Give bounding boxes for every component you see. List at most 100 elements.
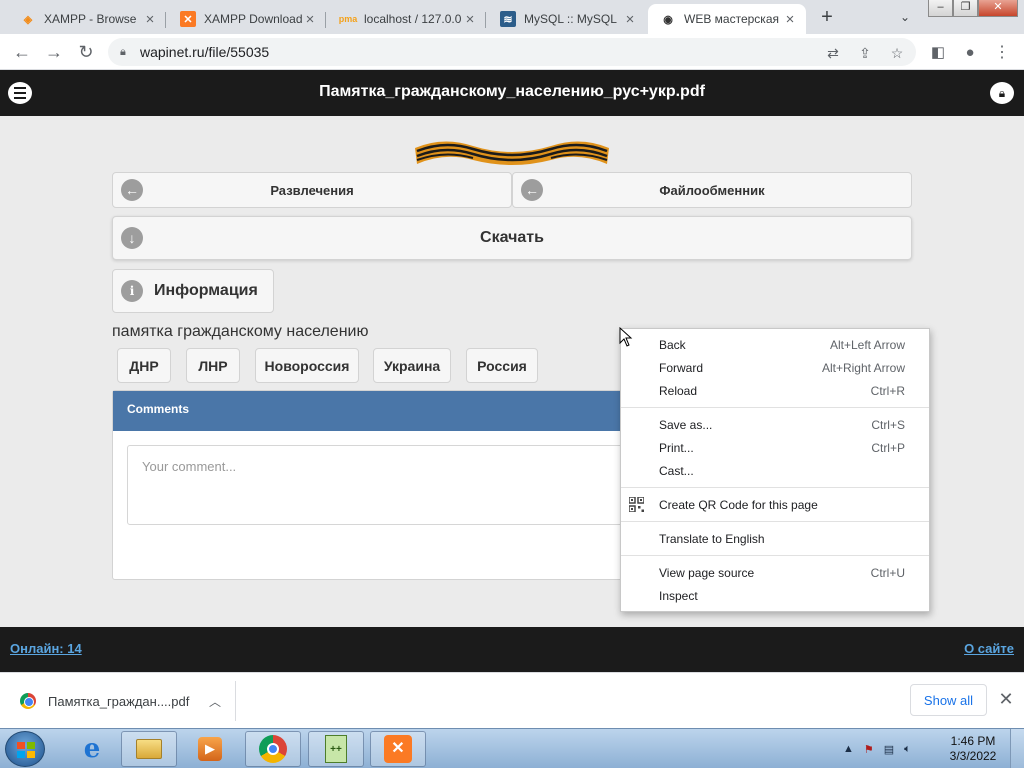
share-icon[interactable]: ⇪ [856, 44, 874, 62]
menu-item-save-as[interactable]: Save as... Ctrl+S [621, 413, 929, 436]
media-player-icon[interactable]: ▶ [182, 731, 238, 767]
minimize-button[interactable]: – [928, 0, 953, 17]
action-center-icon[interactable]: ⚑ [864, 743, 874, 756]
menu-separator [621, 407, 929, 408]
site-header: Памятка_гражданскому_населению_рус+укр.p… [0, 70, 1024, 116]
new-tab-button[interactable]: + [815, 6, 839, 30]
menu-separator [621, 521, 929, 522]
menu-item-qr-code[interactable]: Create QR Code for this page [621, 493, 929, 516]
tab-search-icon[interactable]: ⌄ [896, 8, 914, 26]
system-clock[interactable]: 1:46 PM 3/3/2022 [944, 734, 1002, 764]
lock-icon[interactable]: 🔒︎ [990, 82, 1014, 104]
chrome-taskbar-icon[interactable] [245, 731, 301, 767]
menu-item-cast[interactable]: Cast... [621, 459, 929, 482]
download-label: Скачать [480, 229, 544, 246]
nav-label: Файлообменник [659, 182, 765, 198]
tab-mysql[interactable]: ≋ MySQL :: MySQL × [488, 4, 646, 34]
tab-phpmyadmin[interactable]: pma localhost / 127.0.0 × [328, 4, 486, 34]
close-icon[interactable]: × [302, 11, 318, 28]
tab-wapinet[interactable]: ◉ WEB мастерская × [648, 4, 806, 34]
address-bar[interactable]: 🔒︎ wapinet.ru/file/55035 ⇄ ⇪ ☆ [108, 38, 916, 66]
menu-item-inspect[interactable]: Inspect [621, 584, 929, 607]
chrome-icon [20, 693, 36, 709]
reload-icon[interactable]: ↻ [74, 40, 98, 64]
side-panel-icon[interactable]: ◧ [926, 40, 950, 64]
tab-title: MySQL :: MySQL [524, 12, 617, 26]
nav-label: Развлечения [270, 182, 354, 198]
tag-button[interactable]: Россия [466, 348, 538, 383]
chevron-up-icon[interactable]: ︿ [209, 693, 221, 710]
menu-item-forward[interactable]: Forward Alt+Right Arrow [621, 356, 929, 379]
nav-fileshare-button[interactable]: ← Файлообменник [512, 172, 912, 208]
xampp-taskbar-icon[interactable]: ✕ [370, 731, 426, 767]
show-all-button[interactable]: Show all [910, 684, 987, 716]
browser-toolbar: ← → ↻ 🔒︎ wapinet.ru/file/55035 ⇄ ⇪ ☆ ◧ ●… [0, 34, 1024, 70]
menu-item-view-source[interactable]: View page source Ctrl+U [621, 561, 929, 584]
menu-separator [621, 555, 929, 556]
windows-taskbar: e ▶ ++ ✕ ▲ ⚑ ▤ 🔈︎ 1:46 PM 3/3/2022 [0, 728, 1024, 768]
close-icon[interactable]: × [462, 11, 478, 28]
tab-xampp-browse[interactable]: ◈ XAMPP - Browse × [8, 4, 166, 34]
info-label: Информация [154, 282, 258, 299]
tag-button[interactable]: Украина [373, 348, 451, 383]
mouse-cursor-icon [619, 327, 633, 347]
menu-item-print[interactable]: Print... Ctrl+P [621, 436, 929, 459]
tag-button[interactable]: ДНР [117, 348, 171, 383]
more-menu-icon[interactable]: ⋮ [990, 40, 1014, 64]
internet-explorer-icon[interactable]: e [64, 731, 120, 767]
menu-item-translate[interactable]: Translate to English [621, 527, 929, 550]
arrow-down-icon: ↓ [121, 227, 143, 249]
online-count-link[interactable]: Онлайн: 14 [10, 641, 82, 656]
notepad-plus-plus-icon[interactable]: ++ [308, 731, 364, 767]
download-filename: Памятка_граждан....pdf [48, 693, 190, 709]
clock-time: 1:46 PM [950, 734, 996, 748]
download-shelf: Памятка_граждан....pdf ︿ Show all ✕ [0, 672, 1024, 728]
xampp-icon: ✕ [180, 11, 196, 27]
windows-logo-icon [17, 742, 35, 758]
close-icon[interactable]: × [622, 11, 638, 28]
qr-code-icon [629, 497, 644, 512]
wapinet-icon: ◉ [663, 13, 673, 26]
info-icon: i [121, 280, 143, 302]
arrow-left-icon: ← [121, 179, 143, 201]
profile-icon[interactable]: ● [958, 40, 982, 64]
tag-button[interactable]: Новороссия [255, 348, 359, 383]
file-explorer-icon[interactable] [121, 731, 177, 767]
lock-icon[interactable]: 🔒︎ [120, 46, 132, 58]
download-item[interactable]: Памятка_граждан....pdf ︿ [12, 681, 236, 721]
window-close-button[interactable]: ✕ [978, 0, 1018, 17]
tab-xampp-download[interactable]: ✕ XAMPP Download × [168, 4, 326, 34]
show-desktop-button[interactable] [1010, 729, 1024, 768]
arrow-left-icon: ← [521, 179, 543, 201]
menu-separator [621, 487, 929, 488]
about-link[interactable]: О сайте [964, 641, 1014, 656]
start-button[interactable] [5, 731, 45, 767]
menu-item-back[interactable]: Back Alt+Left Arrow [621, 333, 929, 356]
system-tray: ▲ ⚑ ▤ 🔈︎ [843, 741, 933, 757]
tray-arrow-icon[interactable]: ▲ [843, 743, 854, 755]
tab-title: XAMPP Download [204, 12, 302, 26]
network-icon[interactable]: ▤ [884, 743, 894, 756]
phpmyadmin-icon: pma [338, 14, 358, 24]
bookmark-star-icon[interactable]: ☆ [888, 44, 906, 62]
forward-icon[interactable]: → [42, 40, 66, 64]
mysql-icon: ≋ [500, 11, 516, 27]
close-icon[interactable]: ✕ [996, 689, 1016, 709]
volume-icon[interactable]: 🔈︎ [904, 743, 911, 756]
st-george-ribbon-icon [415, 141, 609, 165]
tab-title: XAMPP - Browse [44, 12, 137, 26]
tag-button[interactable]: ЛНР [186, 348, 240, 383]
info-button[interactable]: i Информация [112, 269, 274, 313]
restore-button[interactable]: ❐ [953, 0, 978, 17]
menu-item-reload[interactable]: Reload Ctrl+R [621, 379, 929, 402]
close-icon[interactable]: × [142, 11, 158, 28]
file-description: памятка гражданскому населению [112, 323, 369, 340]
back-icon[interactable]: ← [10, 40, 34, 64]
translate-icon[interactable]: ⇄ [824, 44, 842, 62]
nav-entertainment-button[interactable]: ← Развлечения [112, 172, 512, 208]
tab-title: localhost / 127.0.0 [364, 12, 462, 26]
download-button[interactable]: ↓ Скачать [112, 216, 912, 260]
page-title: Памятка_гражданскому_населению_рус+укр.p… [319, 83, 705, 100]
close-icon[interactable]: × [782, 11, 798, 28]
tab-strip: ◈ XAMPP - Browse × ✕ XAMPP Download × pm… [0, 0, 1024, 34]
